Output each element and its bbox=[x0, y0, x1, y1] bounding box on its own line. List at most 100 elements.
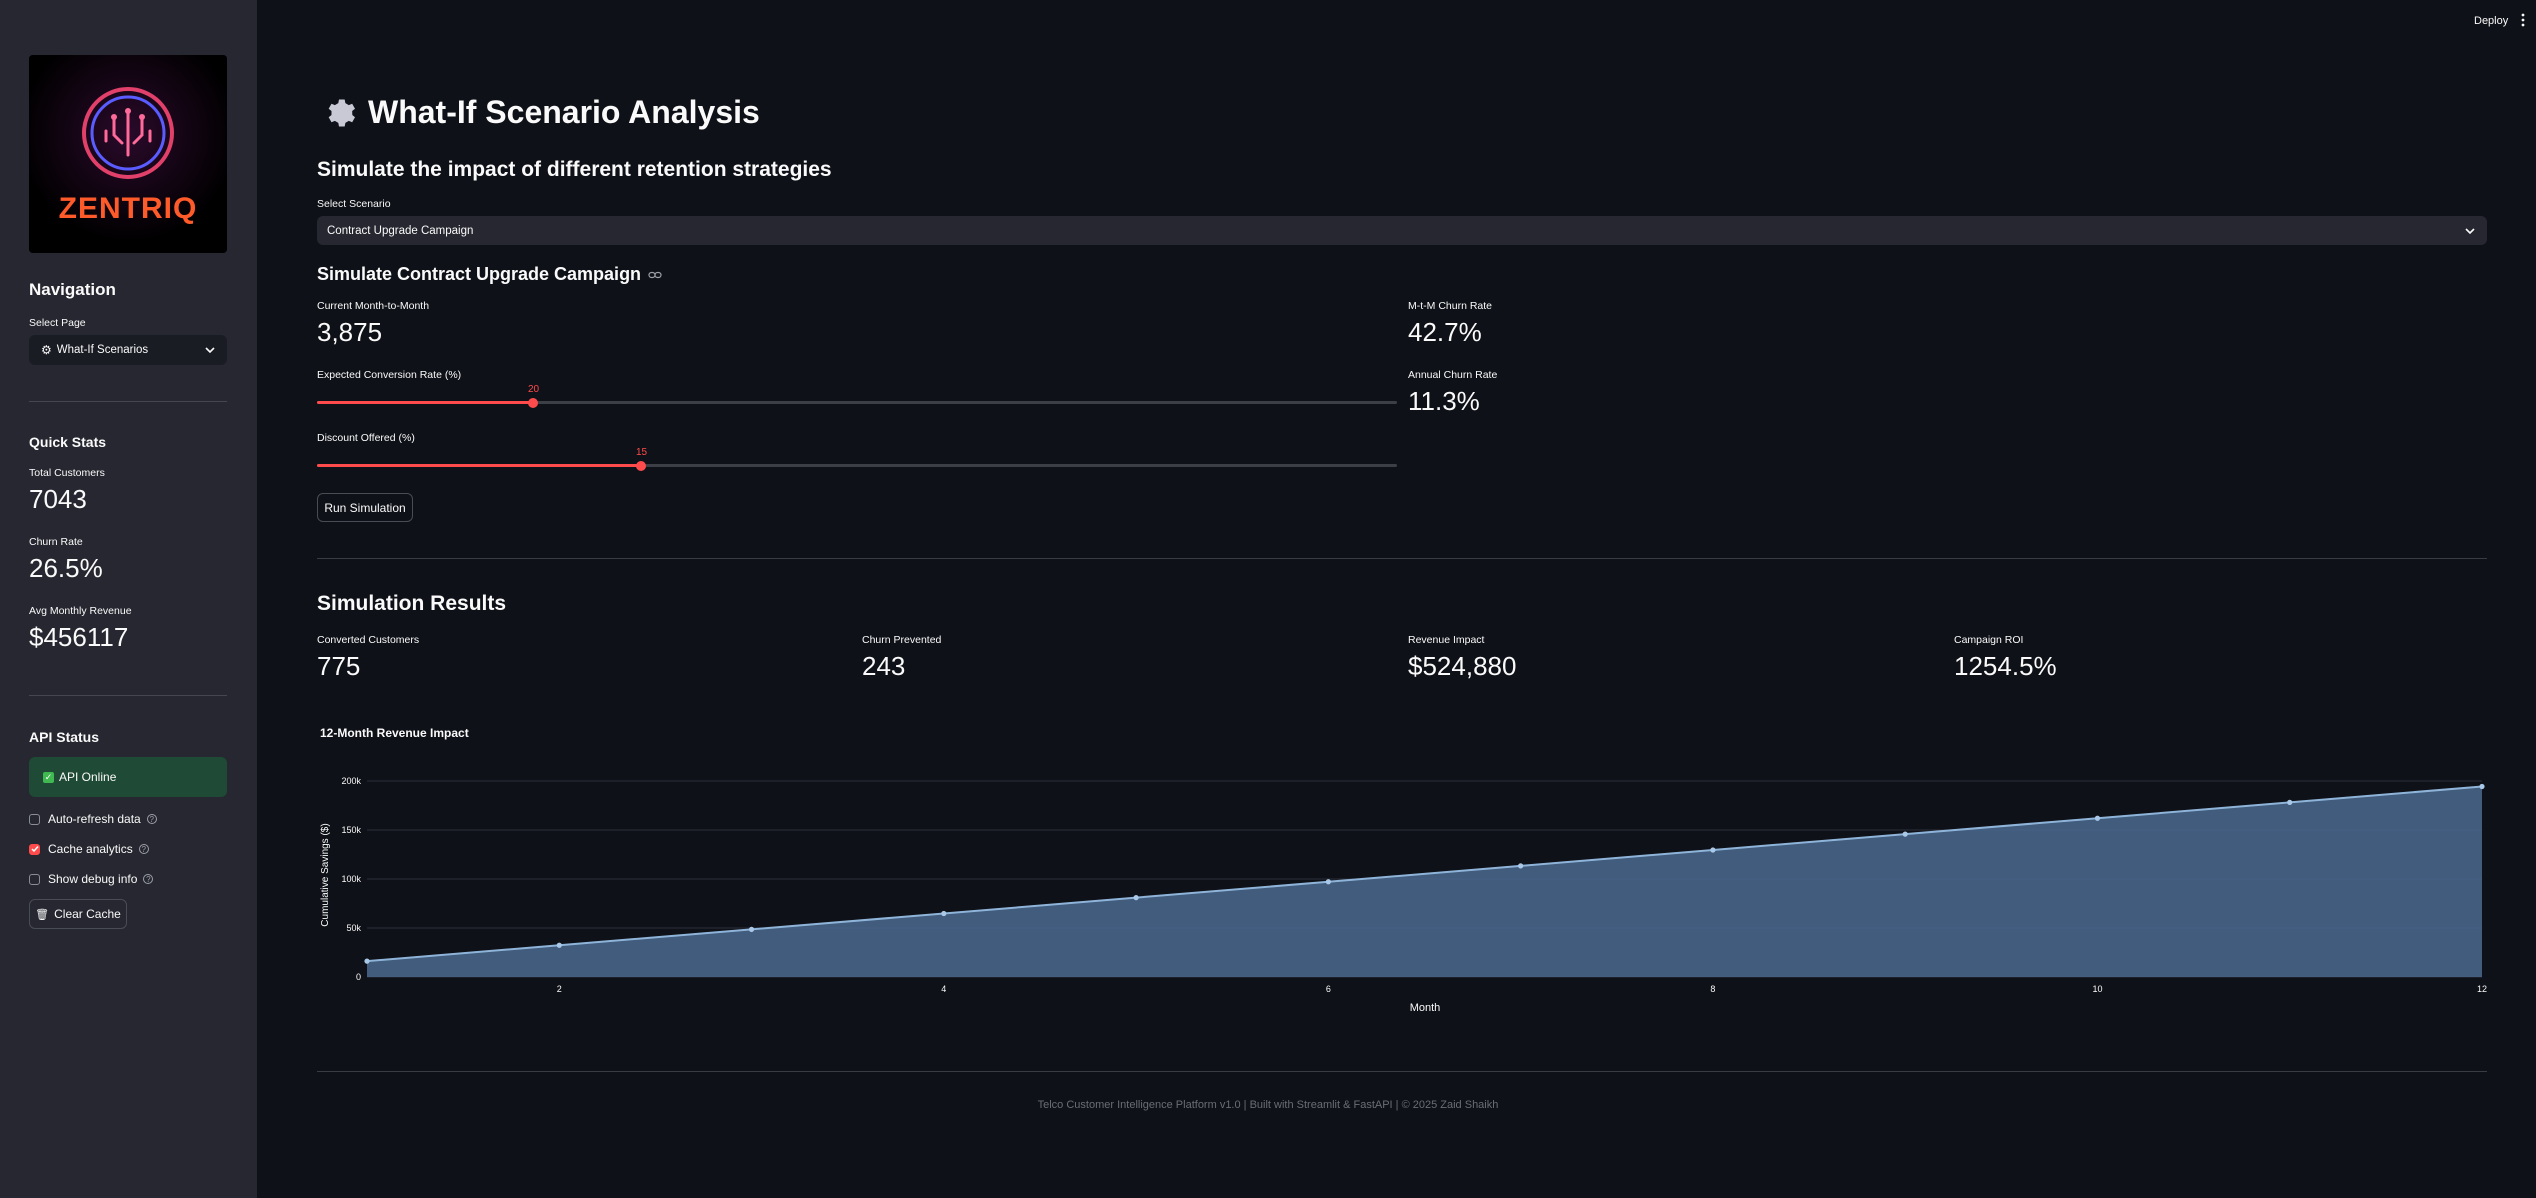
scenario-select-value: Contract Upgrade Campaign bbox=[327, 224, 474, 237]
footer-text: Telco Customer Intelligence Platform v1.… bbox=[1037, 1099, 1499, 1111]
current-mtm-label: Current Month-to-Month bbox=[317, 300, 430, 312]
data-point bbox=[2094, 815, 2101, 821]
x-tick-label: 2 bbox=[557, 984, 562, 994]
logo-wordmark: ZENTRIQ bbox=[59, 192, 198, 225]
data-point bbox=[364, 958, 370, 964]
help-icon[interactable]: ? bbox=[138, 844, 149, 854]
clear-cache-label: Clear Cache bbox=[54, 907, 121, 921]
link-icon[interactable] bbox=[648, 271, 662, 279]
slider-fill bbox=[317, 401, 533, 404]
footer-divider bbox=[317, 1071, 2487, 1072]
annual-churn-value: 11.3% bbox=[1408, 386, 1480, 416]
section-heading: Simulate Contract Upgrade Campaign bbox=[317, 264, 662, 285]
logo-graphic: ZENTRIQ bbox=[29, 55, 227, 253]
sidebar-divider bbox=[29, 401, 227, 402]
chart-title: 12-Month Revenue Impact bbox=[320, 726, 469, 740]
section-divider bbox=[317, 558, 2487, 559]
checkbox-label: Cache analytics bbox=[48, 842, 133, 856]
help-icon[interactable]: ? bbox=[146, 814, 157, 824]
api-status-text: API Online bbox=[59, 770, 117, 784]
y-tick-label: 0 bbox=[356, 972, 361, 982]
sidebar: ZENTRIQ Navigation Select Page ⚙ What-If… bbox=[0, 0, 257, 1198]
y-tick-labels: 0 50k 100k 150k 200k bbox=[341, 776, 361, 982]
cache-analytics-checkbox[interactable]: Cache analytics ? bbox=[29, 842, 149, 856]
checkbox-label: Show debug info bbox=[48, 872, 138, 886]
stat-value-churn-rate: 26.5% bbox=[29, 553, 103, 583]
data-point bbox=[1133, 895, 1139, 901]
page-select-value: What-If Scenarios bbox=[56, 344, 149, 356]
mtm-churn-label: M-t-M Churn Rate bbox=[1408, 300, 1493, 312]
navigation-heading: Navigation bbox=[29, 280, 116, 299]
result-value-revenue-impact: $524,880 bbox=[1408, 651, 1517, 681]
data-point bbox=[556, 942, 562, 948]
y-tick-label: 100k bbox=[341, 874, 361, 884]
data-point bbox=[1710, 847, 1716, 853]
area-fill bbox=[367, 786, 2482, 977]
result-value-campaign-roi: 1254.5% bbox=[1954, 651, 2057, 681]
stat-label-churn-rate: Churn Rate bbox=[29, 536, 83, 548]
checkbox-box[interactable] bbox=[29, 813, 40, 825]
checkbox-label: Auto-refresh data bbox=[48, 812, 141, 826]
page-subtitle: Simulate the impact of different retenti… bbox=[317, 158, 832, 181]
slider-fill bbox=[317, 464, 641, 467]
discount-slider-label: Discount Offered (%) bbox=[317, 432, 415, 444]
checkmark-icon bbox=[30, 846, 39, 853]
data-points bbox=[364, 783, 2485, 964]
help-icon[interactable]: ? bbox=[143, 874, 154, 884]
x-tick-label: 6 bbox=[1326, 984, 1331, 994]
checkbox-box[interactable] bbox=[29, 843, 40, 855]
run-simulation-button[interactable]: Run Simulation bbox=[317, 493, 413, 522]
series-line bbox=[366, 785, 2483, 963]
x-tick-label: 4 bbox=[941, 984, 946, 994]
y-tick-label: 150k bbox=[341, 825, 361, 835]
x-tick-labels: 2 4 6 8 10 12 bbox=[557, 984, 2487, 994]
y-axis-label: Cumulative Savings ($) bbox=[320, 823, 331, 926]
conversion-slider-label: Expected Conversion Rate (%) bbox=[317, 369, 462, 381]
stat-value-total-customers: 7043 bbox=[29, 484, 87, 514]
page-title: What-If Scenario Analysis bbox=[322, 94, 760, 131]
y-tick-label: 50k bbox=[346, 923, 361, 933]
data-point bbox=[748, 926, 755, 932]
deploy-button[interactable]: Deploy bbox=[2474, 15, 2508, 27]
slider-value: 20 bbox=[528, 384, 540, 395]
clear-cache-button[interactable]: 🗑 Clear Cache bbox=[29, 899, 127, 929]
data-point bbox=[1902, 831, 1908, 837]
page-title-text: What-If Scenario Analysis bbox=[368, 94, 760, 130]
chevron-down-icon bbox=[205, 347, 215, 354]
slider-thumb[interactable] bbox=[636, 461, 646, 471]
slider-thumb[interactable] bbox=[528, 398, 538, 408]
check-icon: ✓ bbox=[43, 771, 54, 783]
x-tick-label: 12 bbox=[2477, 984, 2487, 994]
zentriq-logo: ZENTRIQ bbox=[29, 55, 227, 253]
x-tick-label: 10 bbox=[2092, 984, 2102, 994]
section-heading-text: Simulate Contract Upgrade Campaign bbox=[317, 264, 642, 284]
result-label-campaign-roi: Campaign ROI bbox=[1954, 634, 2024, 646]
gear-icon bbox=[328, 99, 356, 126]
show-debug-checkbox[interactable]: Show debug info ? bbox=[29, 872, 154, 886]
annual-churn-label: Annual Churn Rate bbox=[1408, 369, 1498, 381]
api-status-badge: ✓ API Online bbox=[29, 757, 227, 797]
y-tick-label: 200k bbox=[341, 776, 361, 786]
scenario-select[interactable]: Contract Upgrade Campaign bbox=[317, 216, 2487, 245]
auto-refresh-checkbox[interactable]: Auto-refresh data ? bbox=[29, 812, 157, 826]
stat-label-total-customers: Total Customers bbox=[29, 467, 105, 479]
current-mtm-value: 3,875 bbox=[317, 317, 383, 347]
stat-value-avg-monthly-revenue: $456117 bbox=[29, 622, 129, 652]
gear-icon: ⚙ bbox=[41, 343, 52, 357]
data-point bbox=[2479, 783, 2485, 790]
sidebar-divider bbox=[29, 695, 227, 696]
x-axis-label: Month bbox=[1410, 1002, 1441, 1014]
chart-grid bbox=[367, 780, 2482, 978]
quick-stats-heading: Quick Stats bbox=[29, 434, 107, 450]
result-label-converted: Converted Customers bbox=[317, 634, 420, 646]
scenario-select-label: Select Scenario bbox=[317, 198, 391, 210]
select-page-label: Select Page bbox=[29, 317, 86, 329]
checkbox-box[interactable] bbox=[29, 873, 40, 885]
mtm-churn-value: 42.7% bbox=[1408, 317, 1482, 347]
page-select[interactable]: ⚙ What-If Scenarios bbox=[29, 335, 227, 365]
main-menu-icon[interactable] bbox=[2520, 12, 2526, 28]
result-label-revenue-impact: Revenue Impact bbox=[1408, 634, 1485, 646]
result-label-churn-prevented: Churn Prevented bbox=[862, 634, 942, 646]
data-point bbox=[941, 910, 947, 917]
data-point bbox=[1325, 879, 1331, 885]
